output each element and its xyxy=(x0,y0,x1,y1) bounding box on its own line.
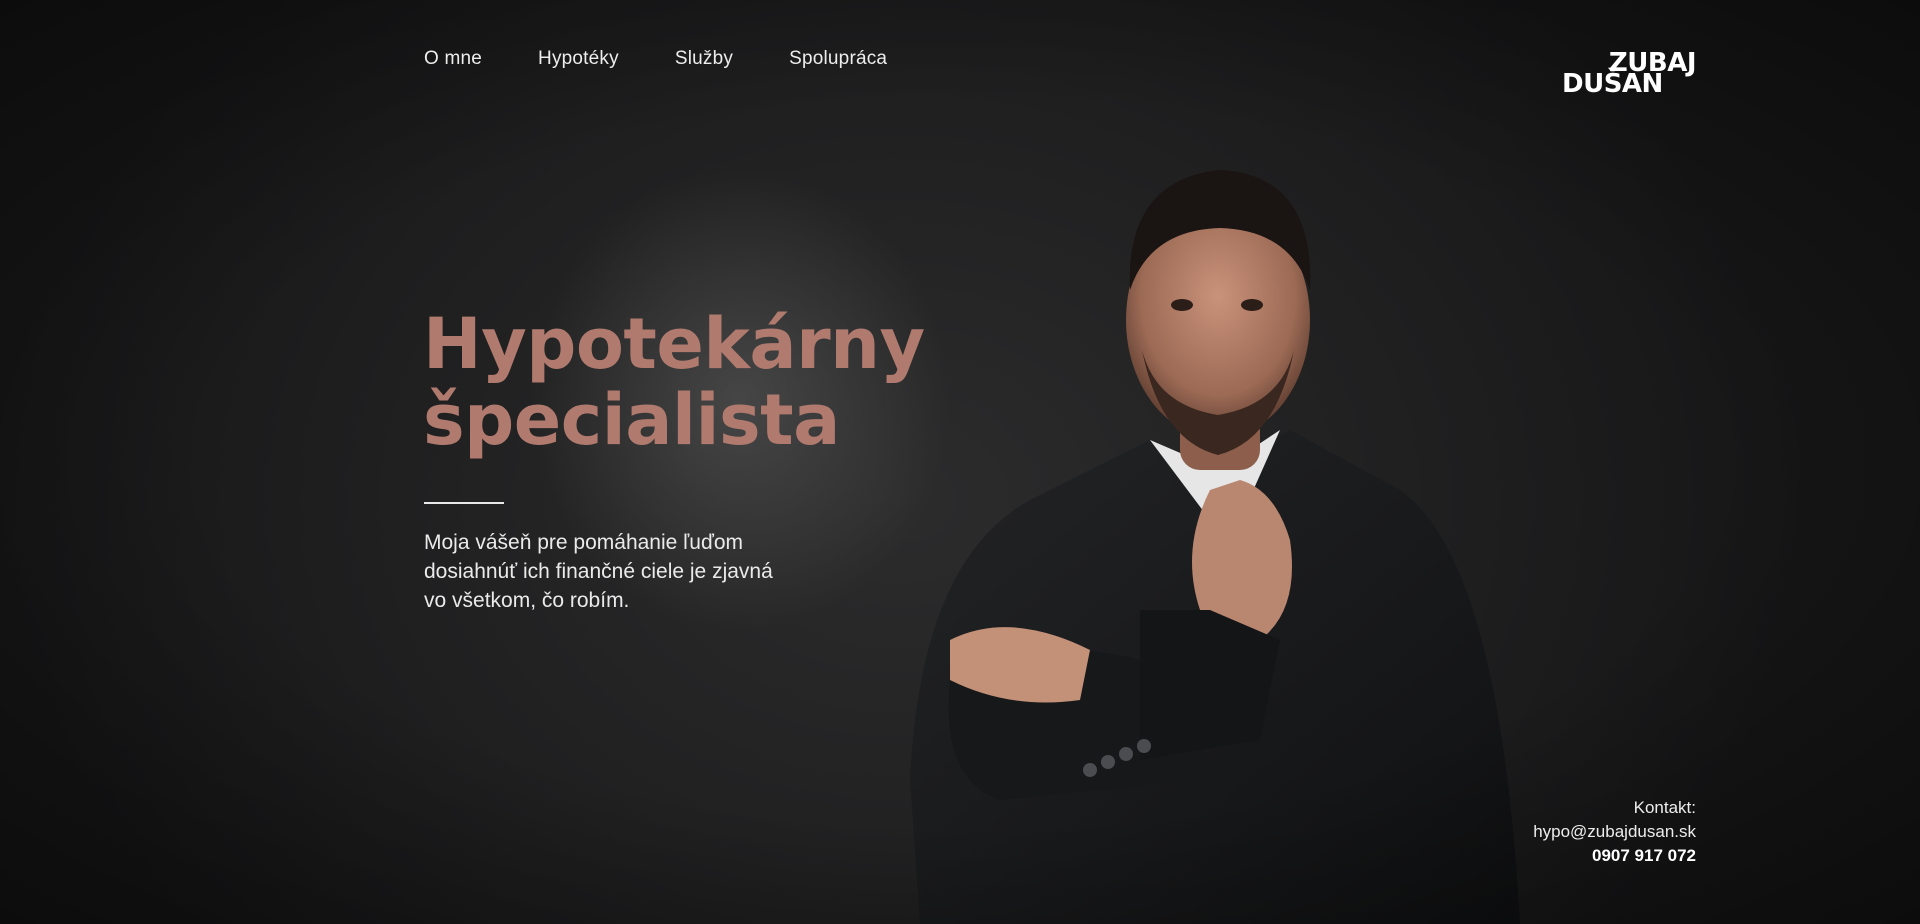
nav-item-o-mne[interactable]: O mne xyxy=(424,48,482,70)
contact-phone-link[interactable]: 0907 917 072 xyxy=(1533,844,1696,868)
logo-line-2: DUŠAN xyxy=(1562,69,1663,99)
contact-label: Kontakt: xyxy=(1633,798,1696,817)
hero-text-line-3: vo všetkom, čo robím. xyxy=(424,589,630,612)
hero-title-line-2: špecialista xyxy=(423,379,840,461)
hero-title: Hypotekárny špecialista xyxy=(423,306,925,458)
main-navigation: O mne Hypotéky Služby Spolupráca xyxy=(424,48,887,70)
nav-item-hypoteky[interactable]: Hypotéky xyxy=(538,48,619,70)
site-logo[interactable]: ZUBAJ DUŠAN xyxy=(1560,50,1700,100)
contact-block: Kontakt: hypo@zubajdusan.sk 0907 917 072 xyxy=(1533,796,1696,868)
hero-text-line-2: dosiahnúť ich finančné ciele je zjavná xyxy=(424,560,773,583)
hero-title-line-1: Hypotekárny xyxy=(423,303,925,385)
vignette-overlay xyxy=(0,0,1920,924)
nav-item-spolupraca[interactable]: Spolupráca xyxy=(789,48,887,70)
contact-email-link[interactable]: hypo@zubajdusan.sk xyxy=(1533,820,1696,844)
hero-text-line-1: Moja vášeň pre pomáhanie ľuďom xyxy=(424,531,744,554)
title-divider xyxy=(424,502,504,504)
hero-description: Moja vášeň pre pomáhanie ľuďom dosiahnúť… xyxy=(424,528,844,615)
nav-item-sluzby[interactable]: Služby xyxy=(675,48,733,70)
